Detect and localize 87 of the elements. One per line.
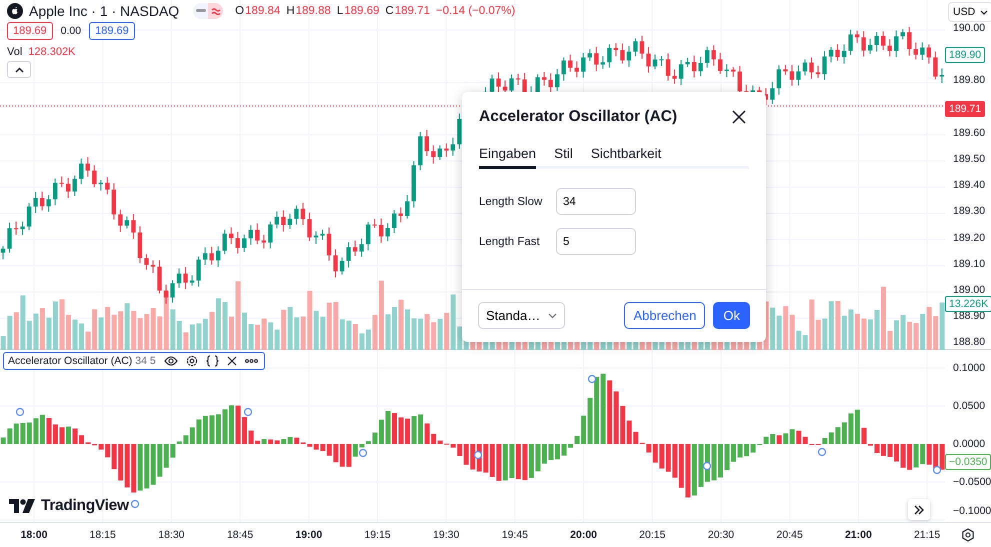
volume-label: Vol [7,46,22,58]
signal-marker [16,408,24,416]
settings-icon[interactable] [186,355,198,367]
logo-icon [7,3,23,19]
scale-label: 0.0000 [953,438,986,450]
time-label: 18:15 [88,529,117,541]
price-tag: 189.90 [945,47,986,64]
dialog-title: Accelerator Oscillator (AC) [479,108,678,126]
price-label: 189.60 [953,126,986,139]
time-label: 19:30 [432,529,460,541]
indicator-name: Accelerator Oscillator (AC) [8,355,132,367]
time-label: 21:00 [844,529,873,541]
signal-marker [588,374,596,384]
close-icon[interactable] [732,110,746,124]
preset-dropdown[interactable]: Standa… [478,302,566,329]
field-label: Length Fast [479,236,541,248]
signal-marker [474,450,482,460]
volume-value: 128.302K [28,46,76,58]
value-tag: −0.0350 [945,454,991,470]
time-label: 19:45 [500,529,530,541]
signal-marker [702,462,712,470]
collapse-button[interactable] [7,61,31,78]
time-label: 18:45 [226,529,254,541]
price-label: 189.30 [953,205,986,218]
price-label: 189.00 [953,284,986,296]
price-tag: 13.226K [945,296,991,312]
signal-marker [244,408,252,416]
eye-icon[interactable] [164,356,178,366]
spread-value: 0.00 [60,25,82,37]
indicator-params: 34 5 [135,355,156,367]
price-label: 190.00 [953,22,986,34]
cancel-button[interactable]: Abbrechen [624,302,706,329]
symbol-title[interactable]: Apple Inc · 1 · NASDAQ [29,3,180,19]
more-icon[interactable] [244,359,258,363]
scale-label: −0.0500 [953,476,991,488]
time-label: 20:00 [569,529,598,541]
signal-marker [130,500,140,508]
time-label: 20:15 [638,529,666,541]
scale-label: −0.1000 [953,505,991,517]
indicator-legend[interactable]: Accelerator Oscillator (AC) 34 5 [3,352,265,370]
price-label: 188.90 [953,310,986,322]
price-label: 189.50 [953,153,986,165]
time-label: 21:15 [912,529,942,541]
field-label: Length Slow [479,196,544,208]
input-field[interactable]: 5 [556,228,636,255]
price-label: 188.80 [953,336,986,348]
time-label: 20:45 [776,529,804,541]
braces-icon[interactable] [206,355,219,367]
time-label: 19:15 [363,529,392,541]
time-label: 19:00 [294,529,324,541]
logo-icon [9,499,35,513]
signal-marker [932,466,942,474]
approx-icon[interactable] [210,7,221,15]
dialog-tab[interactable]: Sichtbarkeit [590,146,662,169]
dialog-tab[interactable]: Stil [554,146,573,169]
close-icon[interactable] [226,356,237,366]
buy-button[interactable]: 189.69 [89,22,135,40]
ohlc-value: H 189.88 [286,5,331,17]
scroll-button[interactable] [908,499,930,520]
currency-dropdown[interactable]: USD [948,2,991,22]
chevron-down-icon [980,10,988,14]
scale-label: 0.1000 [953,362,986,374]
chevron-up-icon [14,66,24,72]
price-label: 189.80 [953,74,986,86]
input-field[interactable]: 34 [556,188,636,215]
dialog-tab[interactable]: Eingaben [479,146,536,169]
double-chevron-icon [914,504,924,514]
ohlc-value: O 189.84 [235,5,280,17]
ok-button[interactable]: Ok [713,302,750,329]
signal-marker [818,448,826,456]
ohlc-value: C189.71 [385,5,430,17]
price-label: 189.40 [953,179,986,192]
price-change: −0.14 (−0.07%) [436,5,516,17]
brand-name: TradingView [41,497,129,515]
signal-marker [358,448,368,458]
time-label: 20:30 [706,529,736,541]
time-label: 18:00 [20,529,48,541]
chevron-down-icon [548,312,558,318]
price-label: 189.10 [953,258,986,270]
minus-icon[interactable] [196,9,206,13]
settings-icon[interactable] [961,528,975,542]
price-tag: 189.71 [945,100,986,117]
price-label: 189.20 [953,232,986,244]
scale-label: 0.0500 [953,400,986,412]
time-label: 18:30 [157,529,186,541]
sell-button[interactable]: 189.69 [7,22,53,40]
ohlc-value: L189.69 [336,5,380,17]
